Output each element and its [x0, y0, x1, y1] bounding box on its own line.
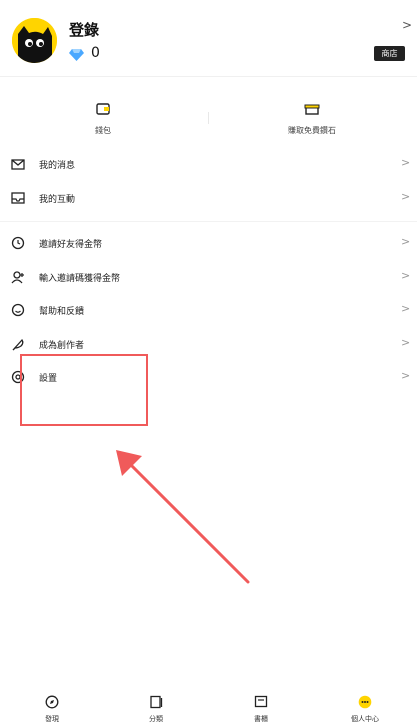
compass-icon: [45, 695, 59, 709]
nav-label: 分類: [149, 715, 163, 723]
category-icon: [150, 695, 163, 709]
nav-bookshelf[interactable]: 書櫃: [231, 694, 291, 724]
nav-profile-center[interactable]: 個人中心: [335, 694, 395, 724]
nav-label: 書櫃: [254, 715, 268, 723]
annotation-arrow-icon: [116, 450, 250, 584]
nav-label: 個人中心: [351, 715, 379, 723]
nav-discover[interactable]: 發現: [22, 694, 82, 724]
bottom-navigation: 發現 分類 書櫃 個人中心: [0, 690, 417, 725]
profile-center-icon: [358, 695, 372, 709]
nav-category[interactable]: 分類: [126, 694, 186, 724]
nav-label: 發現: [45, 715, 59, 723]
bookshelf-icon: [254, 695, 268, 708]
